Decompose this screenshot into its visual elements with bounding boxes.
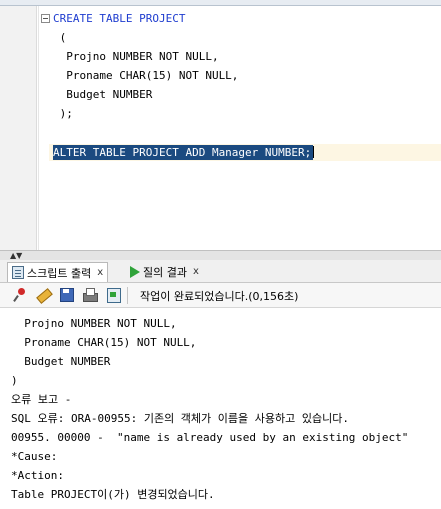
- task-status-text: 작업이 완료되었습니다.(0,156초): [140, 290, 299, 303]
- script-output-icon: [12, 266, 24, 279]
- code-line-5: Budget NUMBER: [53, 88, 153, 101]
- selected-statement-line[interactable]: ALTER TABLE PROJECT ADD Manager NUMBER;: [53, 145, 315, 160]
- pin-icon[interactable]: [12, 287, 28, 303]
- output-line: ): [11, 374, 18, 387]
- output-line: 00955. 00000 - "name is already used by …: [11, 431, 409, 444]
- fold-collapse-icon[interactable]: [41, 14, 50, 23]
- output-line: SQL 오류: ORA-00955: 기존의 객체가 이름을 사용하고 있습니다…: [11, 412, 349, 425]
- tab-script-output-label: 스크립트 출력: [27, 266, 92, 280]
- script-output-pane[interactable]: Projno NUMBER NOT NULL, Proname CHAR(15)…: [0, 308, 441, 509]
- code-line-2: (: [53, 31, 67, 44]
- code-line-6: );: [53, 107, 73, 120]
- text-cursor: [313, 146, 315, 158]
- output-toolbar: 작업이 완료되었습니다.(0,156초): [0, 283, 441, 308]
- code-line-4: Proname CHAR(15) NOT NULL,: [53, 69, 239, 82]
- sql-worksheet-editor[interactable]: CREATE TABLE PROJECT ( Projno NUMBER NOT…: [0, 6, 441, 250]
- output-line: Budget NUMBER: [11, 355, 111, 368]
- output-line: Table PROJECT이(가) 변경되었습니다.: [11, 488, 215, 501]
- output-line: *Cause:: [11, 450, 58, 463]
- tab-close-icon[interactable]: x: [97, 267, 103, 278]
- code-line-3: Projno NUMBER NOT NULL,: [53, 50, 219, 63]
- print-icon[interactable]: [82, 287, 98, 303]
- line-gutter: [0, 6, 37, 250]
- export-icon[interactable]: [106, 287, 122, 303]
- output-tab-bar: 스크립트 출력 x 질의 결과 x: [0, 260, 441, 283]
- splitter-arrows-icon[interactable]: ▲▼: [10, 251, 22, 260]
- output-line: Projno NUMBER NOT NULL,: [11, 317, 177, 330]
- code-line-1: CREATE TABLE PROJECT: [53, 12, 186, 25]
- tab-query-result[interactable]: 질의 결과 x: [126, 262, 203, 281]
- output-line: Proname CHAR(15) NOT NULL,: [11, 336, 197, 349]
- tab-script-output[interactable]: 스크립트 출력 x: [7, 262, 109, 282]
- output-line: *Action:: [11, 469, 64, 482]
- tab-query-result-label: 질의 결과: [143, 265, 187, 279]
- fold-gutter: [38, 6, 39, 250]
- save-icon[interactable]: [59, 287, 75, 303]
- run-icon: [130, 265, 140, 278]
- toolbar-divider: [127, 287, 128, 304]
- tab-close-icon[interactable]: x: [193, 266, 199, 277]
- eraser-icon[interactable]: [35, 287, 51, 303]
- output-line: 오류 보고 -: [11, 393, 72, 406]
- selected-statement[interactable]: ALTER TABLE PROJECT ADD Manager NUMBER;: [53, 145, 314, 160]
